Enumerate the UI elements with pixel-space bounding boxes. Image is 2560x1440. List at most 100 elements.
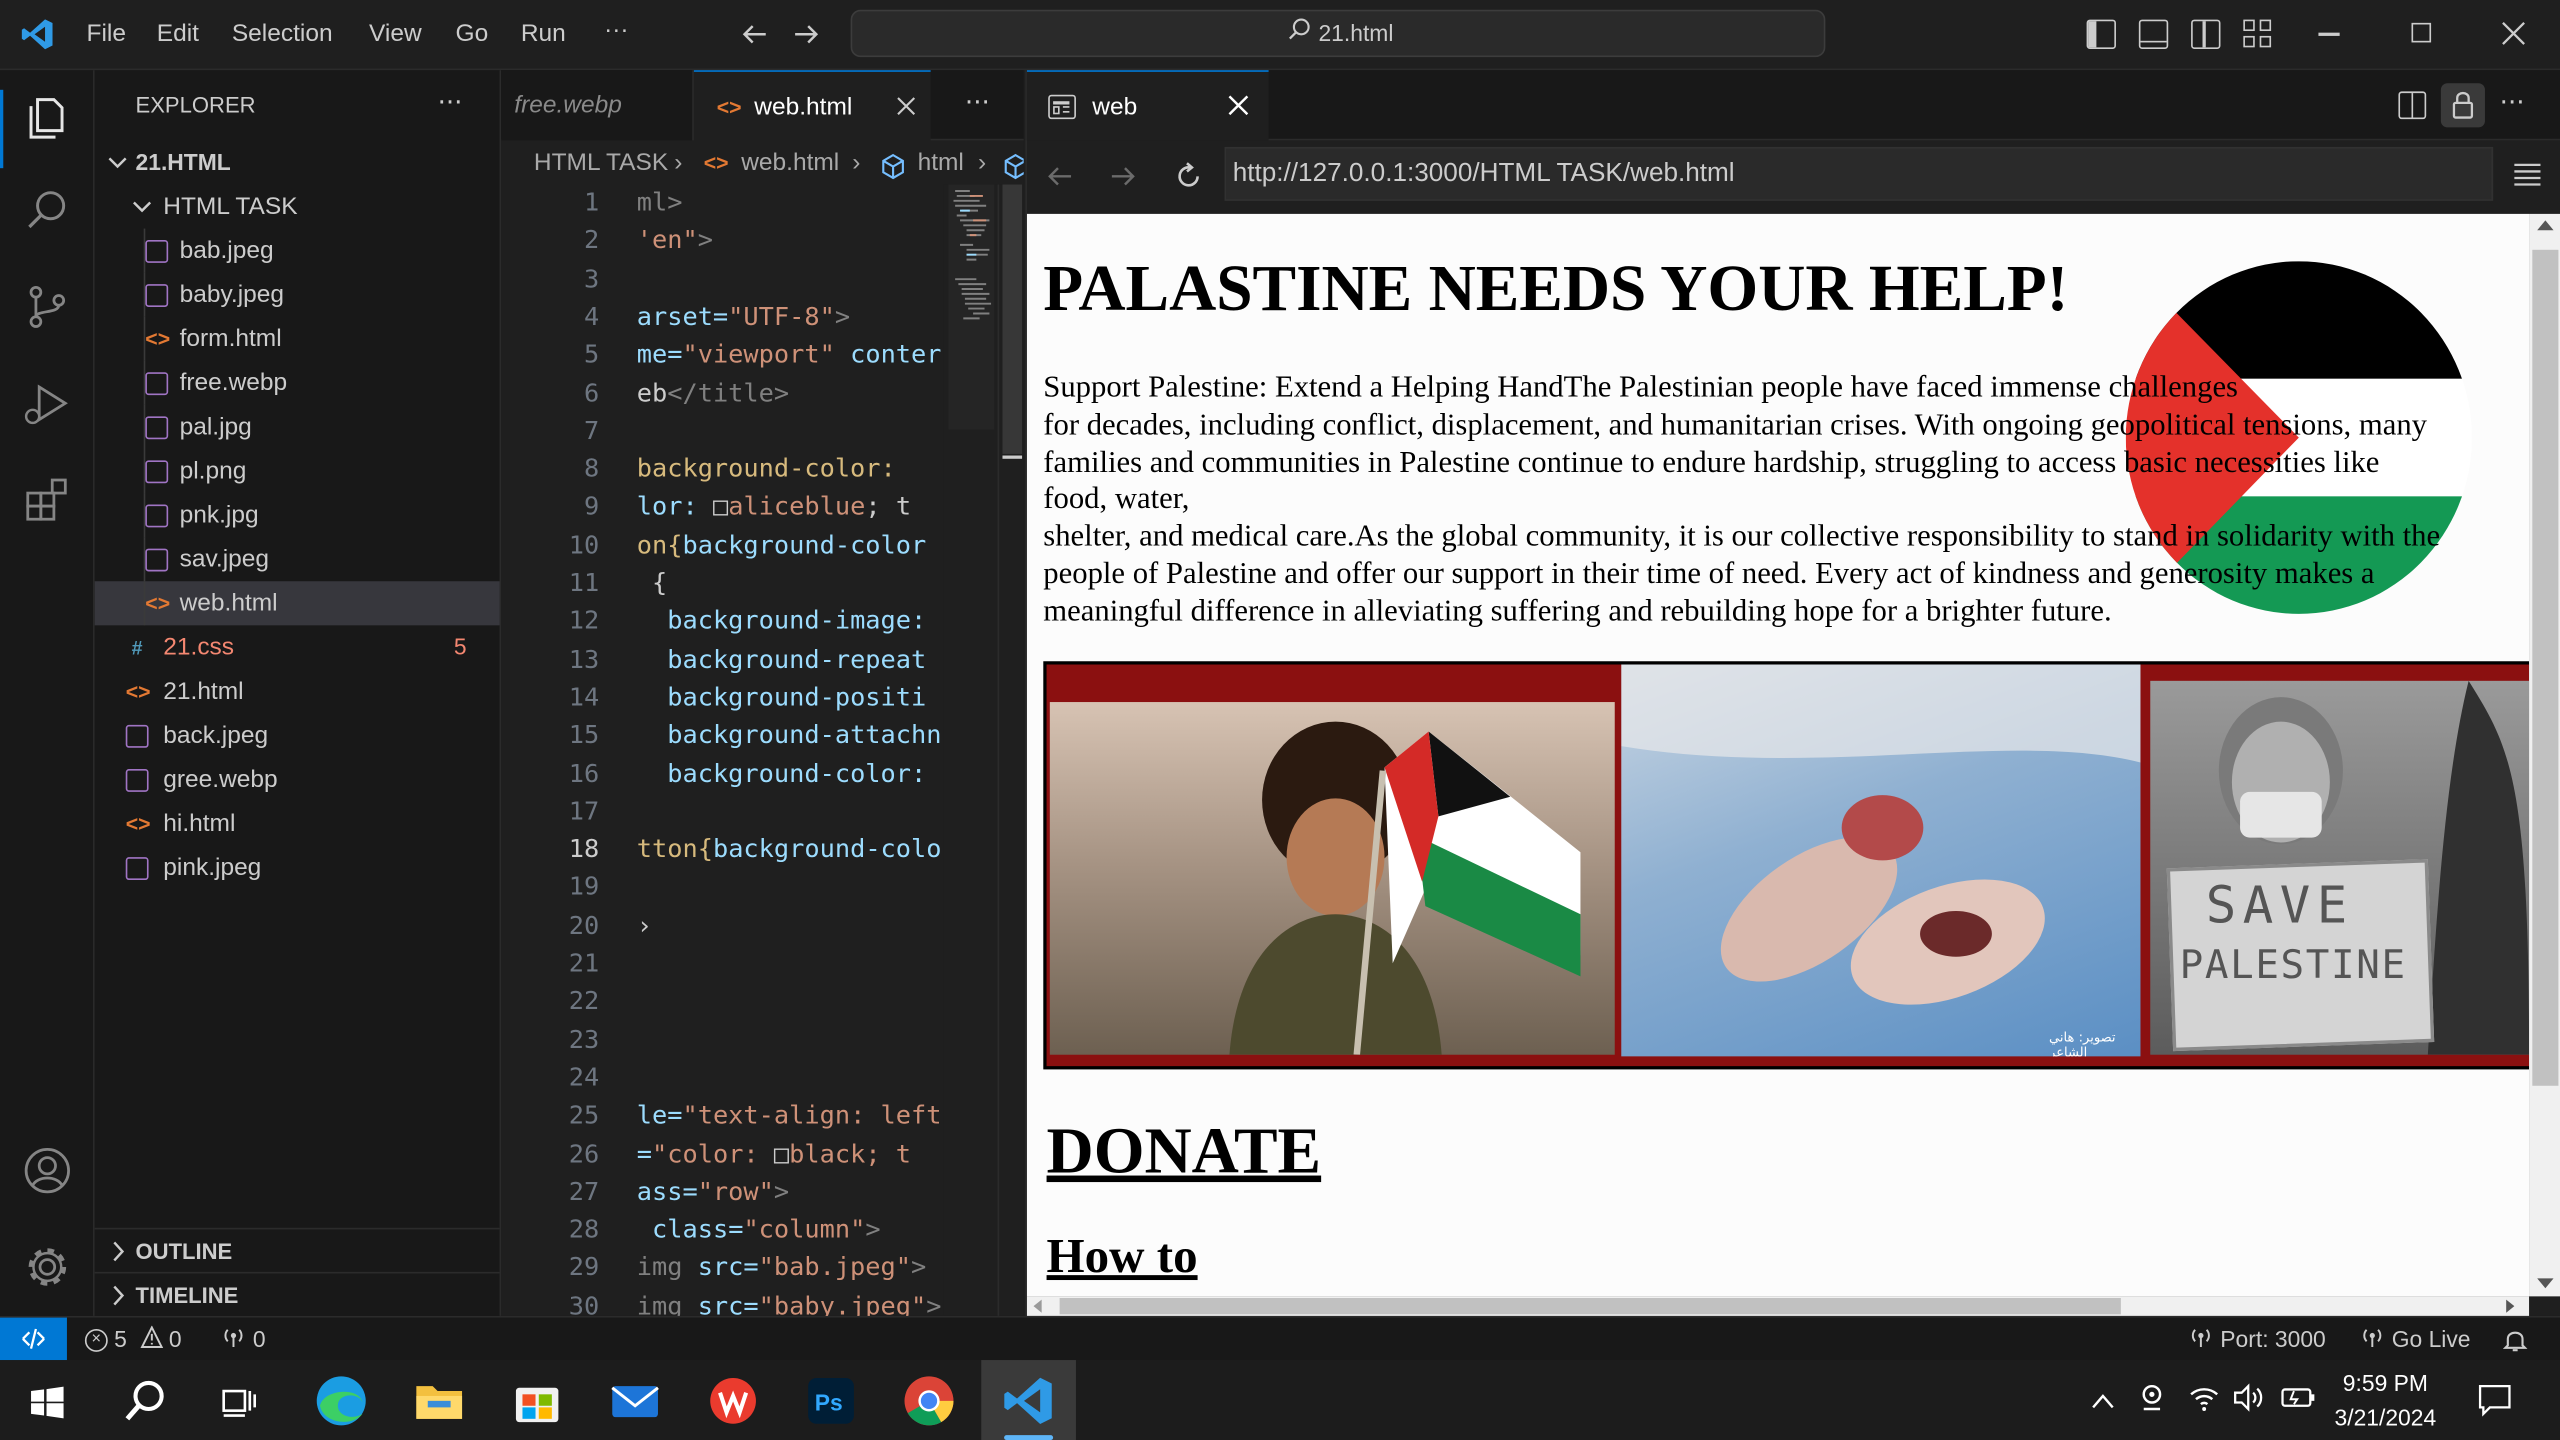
file-item[interactable]: baby.jpeg (95, 272, 500, 317)
photoshop-icon[interactable]: Ps (803, 1373, 859, 1429)
notifications-bell-icon[interactable] (2502, 1327, 2528, 1358)
tab-free-webp[interactable]: free.webp (501, 70, 694, 141)
taskbar-clock[interactable]: 9:59 PM 3/21/2024 (2325, 1367, 2446, 1436)
split-editor-icon[interactable] (2398, 91, 2427, 120)
outline-section[interactable]: OUTLINE (95, 1229, 500, 1273)
tab-web-html[interactable]: <> web.html (693, 70, 931, 141)
file-item[interactable]: <> form.html (95, 316, 500, 361)
battery-icon[interactable] (2281, 1386, 2317, 1415)
reload-icon[interactable] (1172, 160, 1205, 199)
file-item[interactable]: pl.png (95, 448, 500, 494)
extensions-icon[interactable] (20, 472, 76, 528)
editor-more-icon[interactable]: ··· (965, 87, 990, 118)
breadcrumb-file[interactable]: web.html (741, 140, 839, 184)
file-item[interactable]: <> web.html (94, 581, 500, 626)
page-horizontal-scrollbar[interactable] (1026, 1296, 2530, 1316)
settings-gear-icon[interactable] (20, 1239, 76, 1295)
taskbar-search-icon[interactable] (121, 1376, 170, 1432)
page-vertical-scrollbar[interactable] (2529, 213, 2560, 1297)
warning-count: 0 (168, 1325, 182, 1352)
wps-office-icon[interactable] (705, 1373, 761, 1429)
restore-icon[interactable] (2411, 22, 2432, 43)
explorer-sidebar: EXPLORER ··· 21.HTML HTML TASK bab.jpeg b… (94, 70, 502, 1318)
file-item[interactable]: free.webp (95, 360, 500, 405)
file-item[interactable]: sav.jpeg (95, 537, 500, 582)
wifi-icon[interactable] (2188, 1383, 2221, 1419)
explorer-more-icon[interactable]: ··· (438, 87, 463, 118)
vscode-taskbar-active[interactable] (981, 1360, 1076, 1440)
menu-run[interactable]: Run (521, 20, 566, 48)
command-center[interactable]: 21.html (850, 9, 1826, 58)
tab-web-preview[interactable]: web (1026, 70, 1269, 141)
accounts-icon[interactable] (20, 1143, 76, 1199)
workspace-root[interactable]: 21.HTML (95, 140, 500, 184)
port-status[interactable]: Port: 3000 (2188, 1318, 2326, 1362)
file-item[interactable]: #21.css 5 (95, 625, 500, 669)
file-name: pink.jpeg (163, 853, 262, 882)
file-item[interactable]: pal.jpg (95, 404, 500, 449)
go-live-button[interactable]: Go Live (2359, 1318, 2471, 1362)
browser-back-icon[interactable] (1043, 160, 1076, 199)
line-number: 12 (568, 606, 600, 636)
run-debug-icon[interactable] (20, 376, 76, 432)
nav-back-icon[interactable] (738, 18, 771, 51)
file-explorer-icon[interactable] (411, 1373, 467, 1429)
action-center-icon[interactable] (2477, 1381, 2513, 1423)
browser-forward-icon[interactable] (1107, 160, 1140, 199)
lock-group-icon[interactable] (2440, 83, 2485, 128)
source-control-icon[interactable] (20, 279, 76, 335)
menu-view[interactable]: View (369, 20, 422, 48)
menu-file[interactable]: File (87, 20, 126, 48)
tray-chevron-up-icon[interactable] (2090, 1388, 2116, 1417)
task-view-icon[interactable] (222, 1385, 258, 1427)
windows-start-icon[interactable] (31, 1386, 64, 1419)
image-file-icon (125, 724, 149, 748)
menu-more-icon[interactable]: ··· (604, 16, 628, 44)
file-item[interactable]: gree.webp (95, 758, 500, 802)
menu-selection[interactable]: Selection (232, 20, 333, 48)
toggle-secondary-sidebar-icon[interactable] (2191, 19, 2221, 49)
breadcrumb-symbol[interactable]: html (918, 140, 964, 184)
webpage-viewport[interactable]: PALASTINE NEEDS YOUR HELP! Support Pales… (1026, 213, 2530, 1297)
customize-layout-icon[interactable] (2243, 19, 2272, 49)
file-item[interactable]: bab.jpeg (95, 228, 500, 273)
menu-edit[interactable]: Edit (157, 20, 199, 48)
file-item[interactable]: back.jpeg (95, 713, 500, 757)
nav-forward-icon[interactable] (790, 18, 823, 51)
file-item[interactable]: <> hi.html (95, 802, 500, 846)
menu-go[interactable]: Go (456, 20, 489, 48)
gallery-image-save-sign: SAVE PALESTINE (2150, 680, 2530, 1055)
file-item[interactable]: pnk.jpg (95, 493, 500, 538)
editor-scrollbar[interactable] (997, 184, 1024, 1316)
search-icon[interactable] (20, 183, 76, 239)
image-file-icon (125, 769, 149, 792)
explorer-icon[interactable] (20, 88, 76, 144)
folder-html-task[interactable]: HTML TASK (95, 184, 500, 228)
url-input[interactable]: http://127.0.0.1:3000/HTML TASK/web.html (1224, 146, 2494, 201)
file-item[interactable]: pink.jpeg (95, 846, 500, 890)
volume-icon[interactable] (2232, 1383, 2265, 1419)
minimap[interactable] (943, 184, 998, 1316)
file-item[interactable]: <> 21.html (95, 669, 500, 713)
chrome-icon[interactable] (901, 1373, 957, 1429)
breadcrumb-folder[interactable]: HTML TASK (534, 140, 668, 184)
line-number: 15 (568, 720, 600, 750)
microsoft-store-icon[interactable] (509, 1373, 565, 1429)
remote-indicator[interactable] (0, 1317, 67, 1362)
close-window-icon[interactable] (2501, 21, 2525, 45)
toggle-sidebar-icon[interactable] (2086, 19, 2116, 49)
toggle-panel-icon[interactable] (2138, 19, 2169, 49)
problems-indicator[interactable]: × 5 0 (84, 1318, 182, 1362)
browser-tabs: web ··· (1026, 70, 2560, 141)
timeline-section[interactable]: TIMELINE (95, 1274, 500, 1318)
minimize-icon[interactable] (2318, 32, 2340, 36)
code-text: ass="row"> (636, 1176, 790, 1207)
browser-more-icon[interactable]: ··· (2500, 87, 2525, 118)
mail-icon[interactable] (607, 1373, 663, 1429)
edge-browser-icon[interactable] (313, 1373, 369, 1429)
hamburger-menu-icon[interactable] (2513, 162, 2542, 195)
line-number: 10 (568, 530, 600, 560)
timeline-label: TIMELINE (135, 1283, 239, 1308)
webcam-icon[interactable] (2139, 1383, 2165, 1419)
ports-indicator[interactable]: 0 (220, 1318, 266, 1362)
